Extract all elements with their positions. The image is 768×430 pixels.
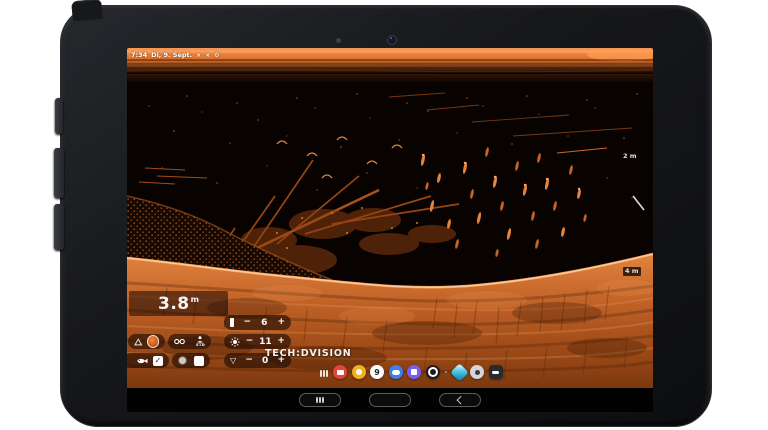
palette-icon xyxy=(134,338,143,346)
brightness-plus-button[interactable]: + xyxy=(277,337,285,346)
brightness-value: 11 xyxy=(259,337,272,347)
gain-minus-button[interactable]: − xyxy=(244,318,252,327)
gain-control: − 6 + xyxy=(224,315,291,330)
app-icon-settings[interactable] xyxy=(470,365,484,379)
app-icon-sonar[interactable] xyxy=(450,363,468,381)
front-camera xyxy=(387,35,397,45)
recents-button[interactable] xyxy=(299,393,341,407)
app-icon-storage[interactable] xyxy=(489,365,503,379)
app-icon-calendar[interactable]: 9 xyxy=(370,365,384,379)
brightness-minus-button[interactable]: − xyxy=(246,337,254,346)
depth-scale-marker-bottom: 4 m xyxy=(623,267,641,276)
status-time: 7:34 xyxy=(131,51,147,59)
mode-label: STD xyxy=(196,343,205,347)
brand-logo: TECH:DVISION xyxy=(265,348,351,359)
sonar-view[interactable]: 7:34 Di, 9. Sept. × × ⚙ 3.8 m 2 m 4 m − … xyxy=(127,48,653,388)
brightness-icon xyxy=(230,337,240,347)
android-status-bar: 7:34 Di, 9. Sept. × × ⚙ xyxy=(131,51,220,59)
view-mode-control[interactable]: STD xyxy=(168,334,211,349)
volume-button[interactable] xyxy=(54,148,64,198)
app-icon-yellow[interactable] xyxy=(352,365,366,379)
depth-value: 3.8 xyxy=(158,294,190,314)
brightness-control: − 11 + xyxy=(224,334,291,349)
gear-icon: ⚙ xyxy=(214,52,219,59)
back-button[interactable] xyxy=(439,393,481,407)
no-signal-icon: × xyxy=(196,52,201,59)
std-mode-toggle[interactable]: STD xyxy=(196,336,205,347)
depth-readout: 3.8 m xyxy=(129,291,228,316)
android-taskbar: 9 xyxy=(127,364,653,384)
app-icon-messages[interactable] xyxy=(389,365,403,379)
palette-control[interactable] xyxy=(128,334,165,349)
power-button[interactable] xyxy=(54,204,64,250)
app-icon-camera[interactable] xyxy=(426,365,440,379)
depth-unit: m xyxy=(191,295,199,304)
android-nav-bar xyxy=(127,388,653,412)
home-button[interactable] xyxy=(369,393,411,407)
gps-antenna xyxy=(71,0,103,21)
gain-value: 6 xyxy=(261,318,267,328)
tablet-screen: 7:34 Di, 9. Sept. × × ⚙ 3.8 m 2 m 4 m − … xyxy=(127,48,653,412)
palette-color-swatch[interactable] xyxy=(147,335,159,348)
goggles-icon xyxy=(174,338,185,345)
depth-scale-marker-top: 2 m xyxy=(621,152,639,161)
gain-plus-button[interactable]: + xyxy=(277,318,285,327)
app-icon-gallery[interactable] xyxy=(407,365,421,379)
light-sensor xyxy=(336,38,341,43)
back-chevron-icon xyxy=(457,396,465,404)
status-date: Di, 9. Sept. xyxy=(151,51,192,59)
app-drawer-handle-icon[interactable] xyxy=(320,370,328,377)
gain-icon xyxy=(230,318,234,327)
taskbar-separator xyxy=(445,371,447,373)
side-button-top[interactable] xyxy=(55,98,63,134)
no-sim-icon: × xyxy=(205,52,210,59)
app-icon-red[interactable] xyxy=(333,365,347,379)
